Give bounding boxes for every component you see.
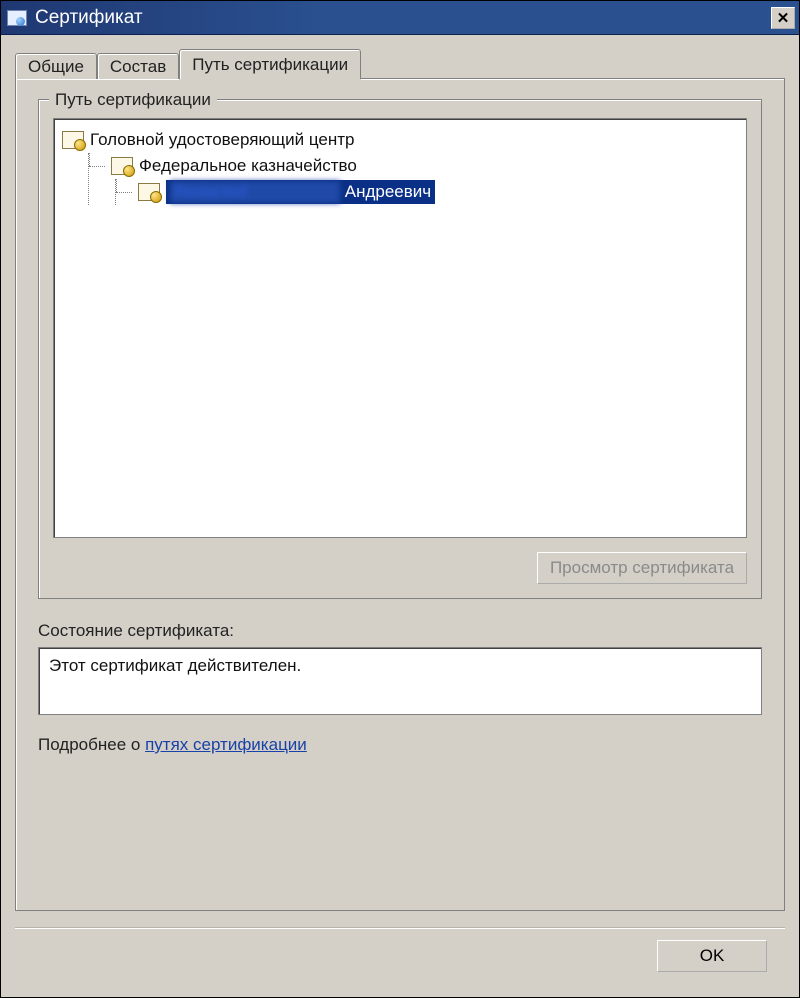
view-cert-row: Просмотр сертификата xyxy=(53,552,747,584)
tree-node-leaf-selected[interactable]: Redacted Андреевич xyxy=(116,179,738,205)
dialog-button-bar: OK xyxy=(15,927,785,983)
cert-status-label: Состояние сертификата: xyxy=(38,621,762,641)
learn-more-row: Подробнее о путях сертификации xyxy=(38,735,762,755)
titlebar: Сертификат ✕ xyxy=(1,1,799,35)
certificate-app-icon xyxy=(7,8,27,28)
learn-more-prefix: Подробнее о xyxy=(38,735,145,754)
close-icon: ✕ xyxy=(777,9,790,27)
tab-certpath[interactable]: Путь сертификации xyxy=(179,49,361,79)
button-label: Просмотр сертификата xyxy=(550,558,734,578)
cert-chain-tree[interactable]: Головной удостоверяющий центр Федерально… xyxy=(53,118,747,538)
button-label: OK xyxy=(700,946,725,966)
cert-status-box: Этот сертификат действителен. xyxy=(38,647,762,715)
tab-strip: Общие Состав Путь сертификации xyxy=(15,49,785,79)
view-certificate-button[interactable]: Просмотр сертификата xyxy=(537,552,747,584)
tree-connector-icon xyxy=(116,179,138,205)
redacted-name: Redacted xyxy=(170,181,340,203)
tree-children: Redacted Андреевич xyxy=(115,179,738,205)
cert-status-text: Этот сертификат действителен. xyxy=(49,656,301,675)
window-title: Сертификат xyxy=(35,7,771,29)
tab-label: Общие xyxy=(28,57,84,77)
tree-node-root[interactable]: Головной удостоверяющий центр xyxy=(62,127,738,153)
tab-label: Путь сертификации xyxy=(192,55,348,75)
tab-details[interactable]: Состав xyxy=(97,53,179,79)
client-area: Общие Состав Путь сертификации Путь серт… xyxy=(1,35,799,997)
learn-more-link[interactable]: путях сертификации xyxy=(145,735,307,754)
certificate-icon xyxy=(62,131,84,149)
tree-children: Федеральное казначейство Redacted Андрее… xyxy=(88,153,738,205)
tab-general[interactable]: Общие xyxy=(15,53,97,79)
certificate-icon xyxy=(111,157,133,175)
tab-page-certpath: Путь сертификации Головной удостоверяющи… xyxy=(15,78,785,911)
tree-node-selected-label: Redacted Андреевич xyxy=(166,180,435,204)
close-button[interactable]: ✕ xyxy=(771,7,795,29)
tree-node-intermediate[interactable]: Федеральное казначейство xyxy=(89,153,738,179)
groupbox-legend: Путь сертификации xyxy=(49,90,217,110)
tree-node-label: Андреевич xyxy=(345,182,431,201)
tree-node-label: Федеральное казначейство xyxy=(139,156,357,176)
certificate-dialog: Сертификат ✕ Общие Состав Путь сертифика… xyxy=(0,0,800,998)
tab-label: Состав xyxy=(110,57,166,77)
tree-node-label: Головной удостоверяющий центр xyxy=(90,130,355,150)
ok-button[interactable]: OK xyxy=(657,940,767,972)
certificate-icon xyxy=(138,183,160,201)
tree-connector-icon xyxy=(89,153,111,179)
certpath-groupbox: Путь сертификации Головной удостоверяющи… xyxy=(38,99,762,599)
